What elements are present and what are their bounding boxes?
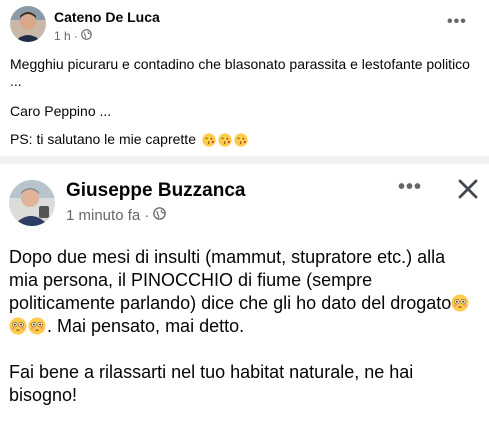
- avatar[interactable]: [9, 180, 55, 226]
- globe-icon: [80, 29, 92, 43]
- avatar[interactable]: [10, 6, 46, 42]
- close-button[interactable]: [455, 176, 481, 202]
- kissing-face-emoji: [234, 132, 248, 147]
- post-meta: 1 h ·: [54, 29, 92, 43]
- separator-dot: ·: [73, 29, 78, 43]
- author-name[interactable]: Cateno De Luca: [54, 9, 160, 25]
- kissing-face-emoji: [202, 132, 216, 147]
- post-meta: 1 minuto fa ·: [66, 207, 167, 224]
- post-cateno: Cateno De Luca 1 h · ••• Megghiu picurar…: [0, 0, 489, 156]
- flushed-face-emoji: [451, 294, 469, 312]
- post-paragraph: Fai bene a rilassarti nel tuo habitat na…: [9, 362, 414, 405]
- post-giuseppe: Giuseppe Buzzanca 1 minuto fa · ••• Dopo…: [0, 164, 489, 429]
- post-text: . Mai pensato, mai detto.: [47, 316, 245, 336]
- post-text-line: Caro Peppino ...: [10, 103, 112, 119]
- more-options-button[interactable]: •••: [447, 13, 467, 31]
- globe-icon: [153, 207, 167, 224]
- flushed-face-emoji: [9, 317, 27, 335]
- more-options-button[interactable]: •••: [398, 176, 422, 199]
- post-text-ps: PS: ti salutano le mie caprette: [10, 131, 196, 147]
- post-paragraph: Dopo due mesi di insulti (mammut, stupra…: [9, 246, 479, 338]
- post-text-line: PS: ti salutano le mie caprette: [10, 131, 248, 148]
- author-name[interactable]: Giuseppe Buzzanca: [66, 180, 246, 202]
- post-body: Dopo due mesi di insulti (mammut, stupra…: [9, 246, 479, 407]
- close-icon: [458, 179, 478, 199]
- kissing-face-emoji: [218, 132, 232, 147]
- flushed-face-emoji: [28, 317, 46, 335]
- timestamp[interactable]: 1 minuto fa: [66, 207, 140, 224]
- post-text: Dopo due mesi di insulti (mammut, stupra…: [9, 247, 452, 313]
- feed-divider: [0, 156, 489, 164]
- timestamp[interactable]: 1 h: [54, 29, 71, 43]
- post-text-line: Megghiu picuraru e contadino che blasona…: [10, 56, 470, 89]
- separator-dot: ·: [144, 207, 150, 224]
